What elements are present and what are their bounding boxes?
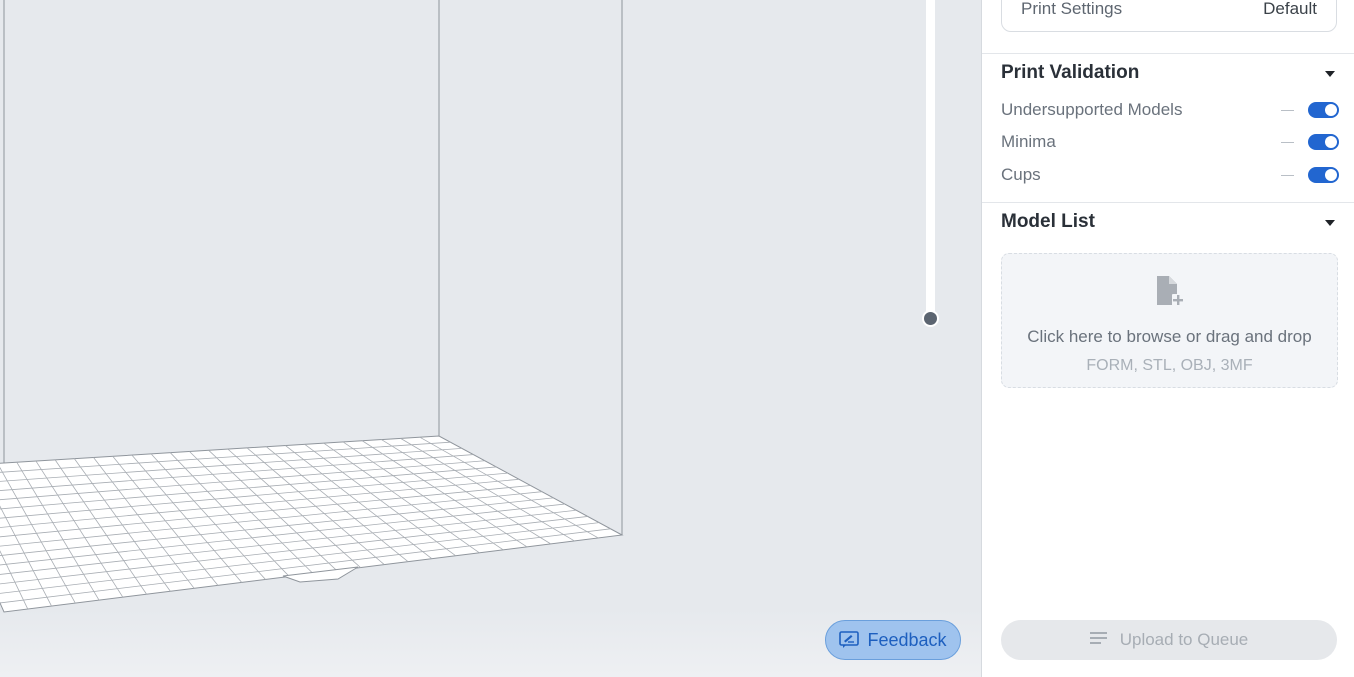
print-settings-label: Print Settings	[1021, 0, 1123, 18]
validation-label: Minima	[1001, 132, 1056, 151]
upload-label: Upload to Queue	[1119, 630, 1249, 649]
cups-toggle[interactable]	[1308, 167, 1339, 183]
build-volume-scene	[0, 0, 624, 613]
add-file-icon	[1155, 275, 1187, 314]
dash-icon	[1281, 141, 1294, 143]
dash-icon	[1281, 109, 1294, 111]
dash-icon	[1281, 174, 1294, 176]
print-settings-value: Default	[1263, 0, 1317, 18]
layer-slider-handle[interactable]	[922, 310, 939, 327]
feedback-label: Feedback	[867, 629, 947, 650]
side-panel: Print Settings Default Print Validation …	[981, 0, 1354, 677]
print-validation-title[interactable]: Print Validation	[1001, 62, 1139, 84]
layer-slider-track[interactable]	[926, 0, 935, 320]
divider	[982, 202, 1354, 203]
dropzone-formats: FORM, STL, OBJ, 3MF	[1086, 357, 1253, 374]
feedback-button[interactable]: Feedback	[825, 620, 961, 660]
validation-label: Undersupported Models	[1001, 100, 1183, 119]
validation-row-cups: Cups	[1001, 163, 1339, 187]
upload-to-queue-button[interactable]: Upload to Queue	[1001, 620, 1337, 660]
model-dropzone[interactable]: Click here to browse or drag and drop FO…	[1001, 253, 1338, 388]
validation-row-minima: Minima	[1001, 130, 1339, 154]
queue-list-icon	[1089, 630, 1108, 650]
minima-toggle[interactable]	[1308, 134, 1339, 150]
print-settings-row[interactable]: Print Settings Default	[1001, 0, 1337, 32]
validation-row-undersupported: Undersupported Models	[1001, 98, 1339, 122]
divider	[982, 53, 1354, 54]
model-list-caret-icon[interactable]	[1325, 220, 1335, 226]
feedback-icon	[839, 631, 860, 649]
3d-viewport[interactable]: Feedback	[0, 0, 981, 677]
print-validation-caret-icon[interactable]	[1325, 71, 1335, 77]
validation-label: Cups	[1001, 165, 1041, 184]
model-list-title[interactable]: Model List	[1001, 211, 1095, 233]
dropzone-text: Click here to browse or drag and drop	[1027, 327, 1312, 346]
undersupported-toggle[interactable]	[1308, 102, 1339, 118]
build-platform-grid	[0, 435, 624, 613]
